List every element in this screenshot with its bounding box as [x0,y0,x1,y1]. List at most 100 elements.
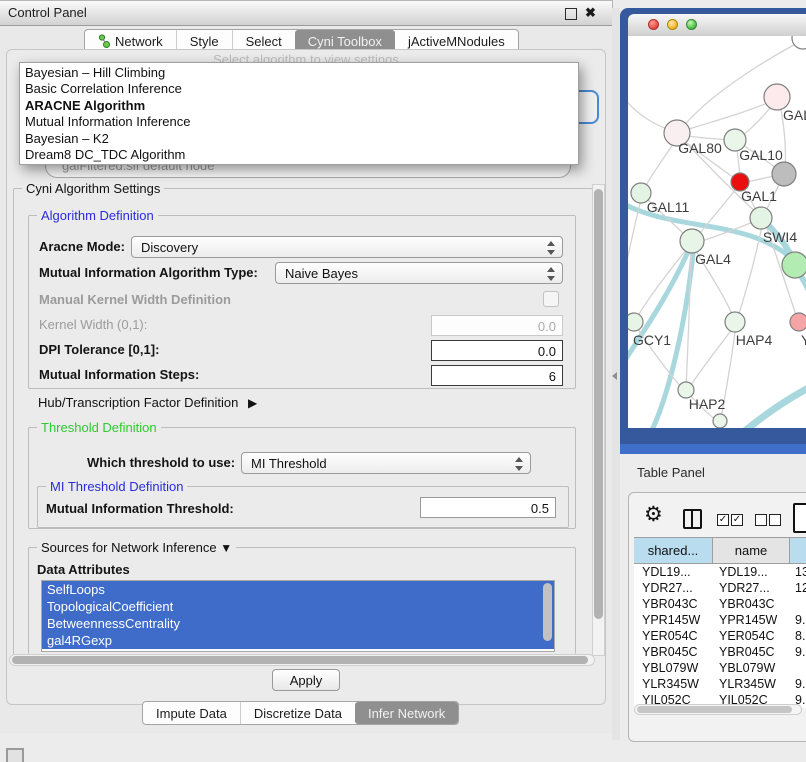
combo-stepper-icon [514,457,523,471]
column-header-name[interactable]: name [713,538,790,563]
table-row[interactable]: YPR145WYPR145W9. [634,612,806,628]
network-node[interactable] [725,312,745,332]
group-title: Sources for Network Inference ▼ [37,540,236,555]
unchecked-checkbox-icon[interactable] [769,514,781,526]
network-node[interactable] [680,229,704,253]
algorithm-option-bayesian-k2[interactable]: Bayesian – K2 [20,131,578,147]
document-icon[interactable] [793,503,806,533]
table-cell: YPR145W [713,612,790,628]
data-attributes-list[interactable]: SelfLoopsTopologicalCoefficientBetweenne… [41,580,555,652]
attribute-item-topologicalcoefficient[interactable]: TopologicalCoefficient [42,598,554,615]
unchecked-checkbox-icon[interactable] [755,514,767,526]
algorithm-dropdown-popup: Bayesian – Hill ClimbingBasic Correlatio… [19,62,579,165]
tab-impute-data[interactable]: Impute Data [143,702,240,724]
divider-collapse-handle[interactable] [612,372,617,380]
group-title: Algorithm Definition [37,208,158,223]
table-panel-window: ⚙ ✓ ✓ shared...nameA YDL19...YDL19...13Y… [628,492,806,742]
attribute-item-betweennesscentrality[interactable]: BetweennessCentrality [42,615,554,632]
algorithm-option-mutual-information-inference[interactable]: Mutual Information Inference [20,114,578,130]
network-node[interactable] [772,162,796,186]
network-edge [680,99,777,132]
network-node-label: GAL11 [647,199,690,215]
close-icon[interactable]: ✖ [585,5,596,21]
network-node[interactable] [750,207,772,229]
table-cell: YBR043C [713,596,790,612]
settings-vertical-scrollbar [592,184,605,656]
table-cell: YBR043C [634,596,713,612]
tab-label: Infer Network [368,706,445,721]
scrollbar-thumb[interactable] [12,656,588,664]
scrollbar-thumb[interactable] [594,189,603,619]
network-node[interactable] [792,36,806,49]
mi-threshold-field[interactable]: 0.5 [420,497,556,518]
checked-checkbox-icon[interactable]: ✓ [731,514,743,526]
table-row[interactable]: YDL19...YDL19...13 [634,564,806,580]
table-cell: 12 [790,580,806,596]
tab-label: Style [190,34,219,49]
attribute-item-gal4rgexp[interactable]: gal4RGexp [42,632,554,649]
data-attributes-label: Data Attributes [37,562,130,577]
table-row[interactable]: YBR043CYBR043C [634,596,806,612]
manual-kernel-checkbox[interactable] [543,291,559,307]
network-node[interactable] [713,414,727,428]
network-node[interactable] [628,313,643,331]
table-row[interactable]: YER054CYER054C8. [634,628,806,644]
table-cell: 9. [790,612,806,628]
table-row[interactable]: YDR27...YDR27...12 [634,580,806,596]
table-row[interactable]: YBR045CYBR045C9. [634,644,806,660]
table-row[interactable]: YBL079WYBL079W [634,660,806,676]
mi-steps-field[interactable]: 6 [431,365,563,386]
cyni-toolbox-panel: Select algorithm to view settings galFil… [6,49,606,705]
panel-divider[interactable] [612,8,620,740]
network-canvas[interactable]: GAL7GAL80GAL10GAL1GAL11SWI4GAL4GCY1HAP4Y… [628,36,806,428]
tab-label: Cyni Toolbox [308,34,382,49]
float-window-icon[interactable] [565,8,577,20]
tab-label: Impute Data [156,706,227,721]
mac-zoom-icon[interactable] [686,19,697,30]
control-panel-window: Control Panel ✖ NetworkStyleSelectCyni T… [0,0,613,733]
chevron-down-icon[interactable]: ▼ [220,541,232,555]
network-node-label: Y [801,332,806,348]
table-header-row: shared...nameA [634,537,806,564]
algorithm-option-basic-correlation-inference[interactable]: Basic Correlation Inference [20,81,578,97]
mac-minimize-icon[interactable] [667,19,678,30]
scrollbar-thumb[interactable] [637,706,792,713]
cyni-algorithm-settings-group: Cyni Algorithm Settings Algorithm Defini… [13,188,593,656]
mi-type-combo[interactable]: Naive Bayes [275,262,563,284]
kernel-width-field[interactable]: 0.0 [431,315,563,336]
table-cell: YER054C [713,628,790,644]
hub-definition-label: Hub/Transcription Factor Definition [38,395,238,410]
column-header-shared[interactable]: shared... [634,538,713,563]
group-title: MI Threshold Definition [46,479,187,494]
dpi-tolerance-field[interactable]: 0.0 [431,340,563,361]
attribute-item-selfloops[interactable]: SelfLoops [42,581,554,598]
column-header-a[interactable]: A [790,538,806,563]
algorithm-option-dream8-dc-tdc-algorithm[interactable]: Dream8 DC_TDC Algorithm [20,147,578,163]
which-threshold-combo[interactable]: MI Threshold [241,452,531,474]
mac-close-icon[interactable] [648,19,659,30]
network-edge [746,384,806,428]
table-cell: YBR045C [634,644,713,660]
table-cell: YDR27... [634,580,713,596]
apply-button[interactable]: Apply [272,669,340,691]
list-scrollbar-thumb[interactable] [543,583,552,641]
tab-discretize-data[interactable]: Discretize Data [240,702,355,724]
aracne-mode-label: Aracne Mode: [39,239,125,254]
network-node[interactable] [782,252,806,278]
hub-definition-toggle[interactable]: Hub/Transcription Factor Definition ▶ [38,395,257,410]
table-cell: YPR145W [634,612,713,628]
network-edge [636,245,690,319]
aracne-mode-combo[interactable]: Discovery [131,236,563,258]
dock-panel-icon[interactable] [6,748,24,762]
tab-label: jActiveMNodules [408,34,505,49]
cyni-bottom-tabs: Impute Data Discretize Data Infer Network [142,701,459,725]
network-node-label: SWI4 [763,229,797,245]
table-row[interactable]: YLR345WYLR345W9. [634,676,806,692]
algorithm-option-aracne-algorithm[interactable]: ARACNE Algorithm [20,98,578,114]
algorithm-option-bayesian-hill-climbing[interactable]: Bayesian – Hill Climbing [20,65,578,81]
column-chooser-icon[interactable] [683,509,702,529]
tab-infer-network[interactable]: Infer Network [355,702,458,724]
checked-checkbox-icon[interactable]: ✓ [717,514,729,526]
gear-icon[interactable]: ⚙ [644,502,663,526]
network-node[interactable] [790,313,806,331]
